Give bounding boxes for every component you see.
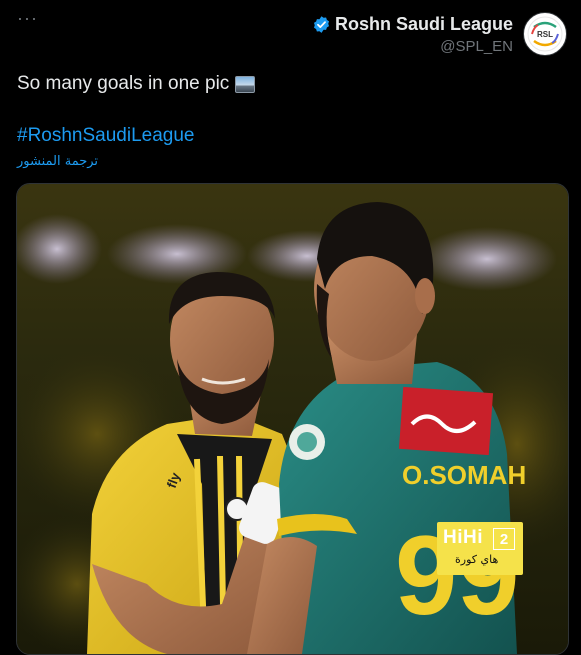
watermark-number: 2 (493, 528, 515, 550)
tweet-photo[interactable]: fly O.SOMAH 99 (16, 183, 569, 655)
display-name-row: Roshn Saudi League (312, 14, 513, 35)
watermark-brand: HiHi (443, 527, 483, 548)
avatar[interactable]: RSL (523, 12, 567, 56)
rsl-logo-icon: RSL (527, 16, 563, 52)
more-options-button[interactable]: ··· (17, 8, 38, 29)
user-handle[interactable]: @SPL_EN (312, 38, 513, 55)
svg-text:O.SOMAH: O.SOMAH (402, 460, 526, 490)
translate-post-link[interactable]: ترجمة المنشور (17, 154, 98, 169)
account-header: Roshn Saudi League @SPL_EN RSL (312, 12, 567, 56)
tweet-body: So many goals in one pic (17, 73, 230, 94)
verified-badge-icon (313, 15, 329, 33)
svg-text:RSL: RSL (537, 30, 553, 39)
display-name[interactable]: Roshn Saudi League (335, 14, 513, 35)
account-names: Roshn Saudi League @SPL_EN (312, 14, 513, 55)
tweet-text: So many goals in one pic (17, 73, 256, 95)
football-players-photo: fly O.SOMAH 99 (17, 184, 568, 654)
hashtag-link[interactable]: #RoshnSaudiLeague (17, 125, 195, 147)
hihi2-watermark: HiHi 2 هاي كورة (437, 522, 523, 575)
photo-emoji-icon (235, 75, 256, 93)
watermark-arabic: هاي كورة (455, 553, 499, 566)
